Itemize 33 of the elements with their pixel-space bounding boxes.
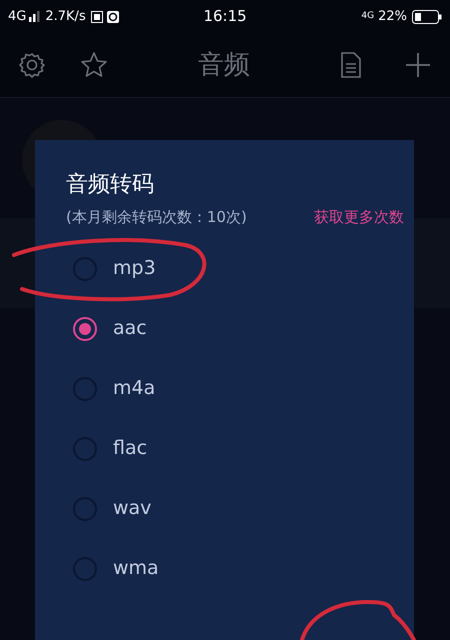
battery-label: 22% [378, 8, 407, 26]
option-label: wma [113, 556, 159, 582]
app-icon [90, 10, 103, 22]
plus-icon [404, 51, 432, 79]
dialog-title: 音频转码 [66, 171, 155, 199]
page-title: 音频 [198, 48, 250, 82]
get-more-link[interactable]: 获取更多次数 [314, 206, 404, 228]
option-label: mp3 [113, 256, 156, 282]
radio-button[interactable] [73, 316, 97, 340]
option-label: m4a [113, 376, 156, 402]
clock: 16:15 [203, 6, 247, 28]
radio-button[interactable] [73, 436, 97, 460]
star-icon [80, 51, 108, 79]
battery-icon [412, 10, 442, 24]
app-icon [106, 10, 119, 22]
radio-button[interactable] [73, 556, 97, 580]
radio-button[interactable] [73, 496, 97, 520]
document-button[interactable] [340, 51, 364, 79]
speed-label: 2.7K/s [45, 8, 86, 26]
settings-button[interactable] [18, 51, 46, 79]
signal-icon [28, 11, 42, 22]
add-button[interactable] [404, 51, 432, 79]
settings-icon [18, 51, 46, 79]
network-label: 4G [8, 8, 26, 26]
option-label: aac [113, 316, 147, 342]
option-label: wav [113, 496, 152, 522]
radio-button[interactable] [73, 376, 97, 400]
favorite-button[interactable] [80, 51, 108, 79]
network-label: 4G [361, 10, 374, 23]
document-icon [340, 51, 362, 79]
radio-button[interactable] [73, 256, 97, 280]
option-label: flac [113, 436, 148, 462]
remaining-count-text: (本月剩余转码次数：10次) [66, 207, 247, 228]
